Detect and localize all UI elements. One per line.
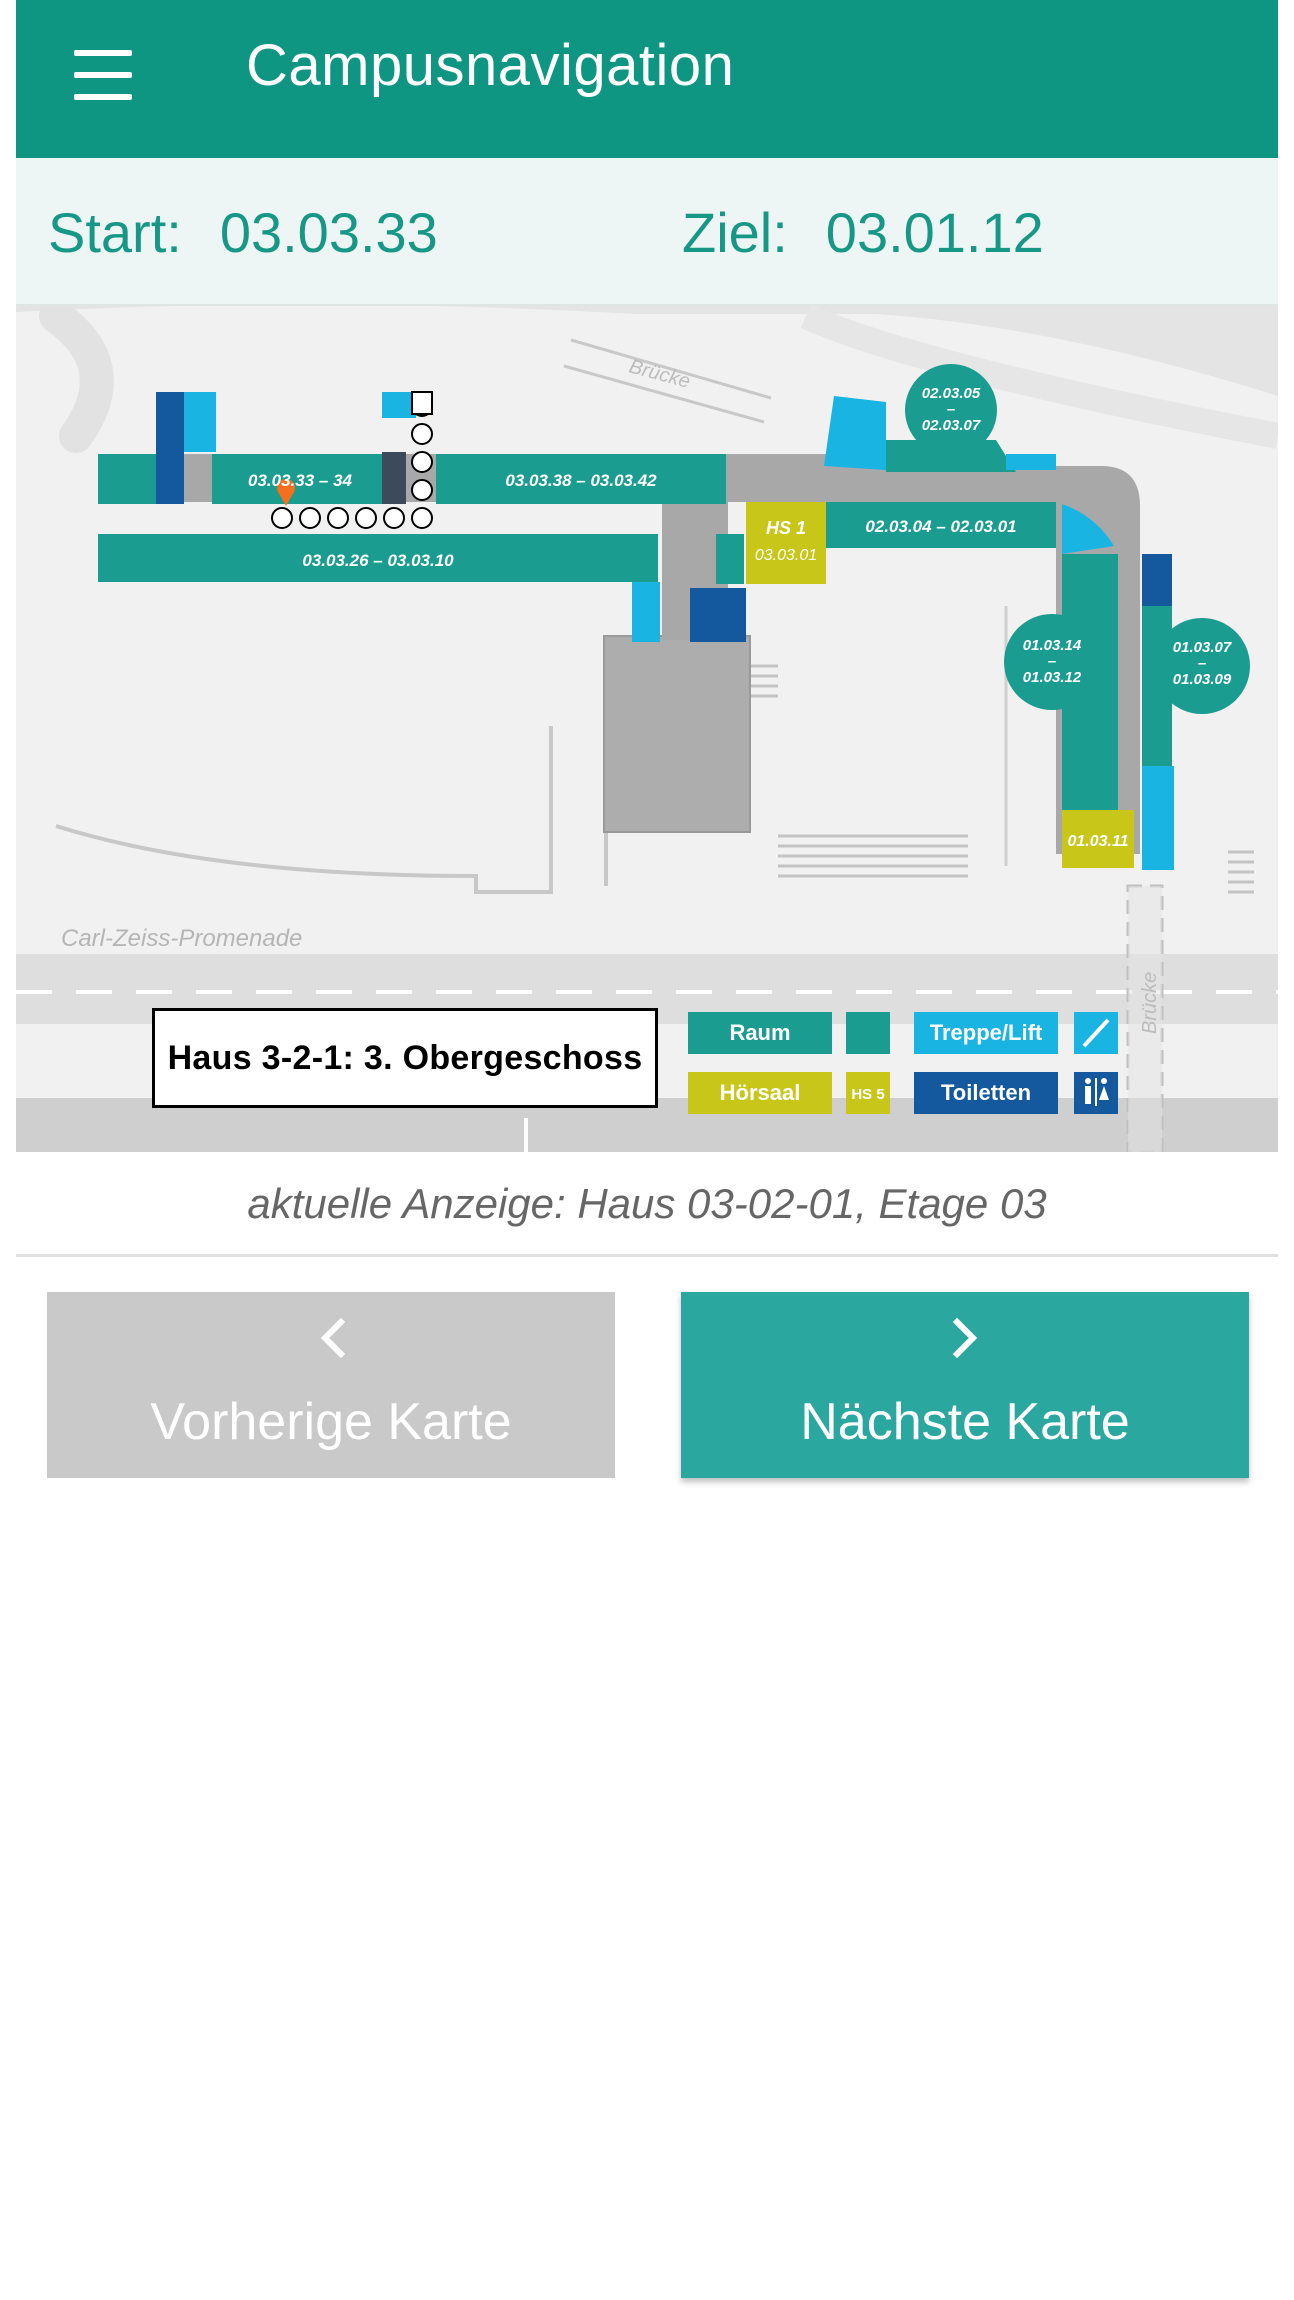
destination-field: Ziel: 03.01.12 — [682, 200, 1044, 265]
destination-value: 03.01.12 — [825, 201, 1044, 264]
next-map-button[interactable]: Nächste Karte — [681, 1292, 1249, 1478]
street-label: Carl-Zeiss-Promenade — [61, 925, 302, 952]
room-label: 02.03.05 — [922, 385, 981, 402]
previous-map-button[interactable]: Vorherige Karte — [47, 1292, 615, 1478]
chevron-right-icon — [952, 1317, 978, 1359]
next-map-label: Nächste Karte — [800, 1393, 1130, 1451]
menu-icon[interactable] — [58, 38, 138, 118]
legend-stairs-lift: Treppe/Lift — [930, 1020, 1043, 1045]
legend-room-sample — [846, 1012, 890, 1054]
app-title: Campusnavigation — [246, 33, 735, 98]
room-label: 01.03.11 — [1067, 833, 1128, 850]
chevron-left-icon — [320, 1317, 346, 1359]
lecture-hall-label: HS 1 — [766, 518, 806, 538]
destination-label: Ziel: — [682, 201, 788, 264]
room-label: 02.03.04 – 02.03.01 — [865, 517, 1016, 536]
divider — [16, 1254, 1278, 1257]
room-label-dash: – — [1198, 655, 1206, 672]
floor-map[interactable]: 03.03.33 – 34 03.03.38 – 03.03.42 03.03.… — [16, 306, 1278, 1152]
current-view-caption: aktuelle Anzeige: Haus 03-02-01, Etage 0… — [247, 1180, 1047, 1227]
floor-label: Haus 3-2-1: 3. Obergeschoss — [152, 1008, 658, 1108]
room-label: 01.03.09 — [1173, 671, 1232, 688]
room-label-dash: – — [947, 401, 955, 418]
route-bar: Start: 03.03.33 Ziel: 03.01.12 — [16, 158, 1278, 306]
room-label: 01.03.14 — [1023, 637, 1082, 654]
lecture-hall-room: 03.03.01 — [755, 547, 817, 564]
start-value: 03.03.33 — [219, 201, 438, 264]
room-label: 03.03.26 – 03.03.10 — [302, 551, 454, 570]
room-label: 01.03.07 — [1173, 639, 1232, 656]
room-label: 01.03.12 — [1023, 669, 1082, 686]
start-field: Start: 03.03.33 — [48, 200, 438, 265]
room-label: 02.03.07 — [922, 417, 981, 434]
legend-lecture-hall: Hörsaal — [720, 1080, 801, 1105]
app-bar: Campusnavigation — [16, 0, 1278, 158]
bridge-label-vertical: Brücke — [1139, 972, 1161, 1034]
room-label-dash: – — [1048, 653, 1056, 670]
legend-room: Raum — [729, 1020, 790, 1045]
app-frame: Campusnavigation Start: 03.03.33 Ziel: 03.… — [16, 0, 1278, 2300]
building-house-3-2-1 — [98, 364, 1250, 870]
room-label: 03.03.38 – 03.03.42 — [505, 471, 657, 490]
start-label: Start: — [48, 201, 182, 264]
legend-lecture-hall-sample-label: HS 5 — [851, 1086, 884, 1103]
previous-map-label: Vorherige Karte — [150, 1393, 512, 1451]
room-label: 03.03.33 – 34 — [248, 471, 353, 490]
legend-toilets: Toiletten — [941, 1080, 1031, 1105]
